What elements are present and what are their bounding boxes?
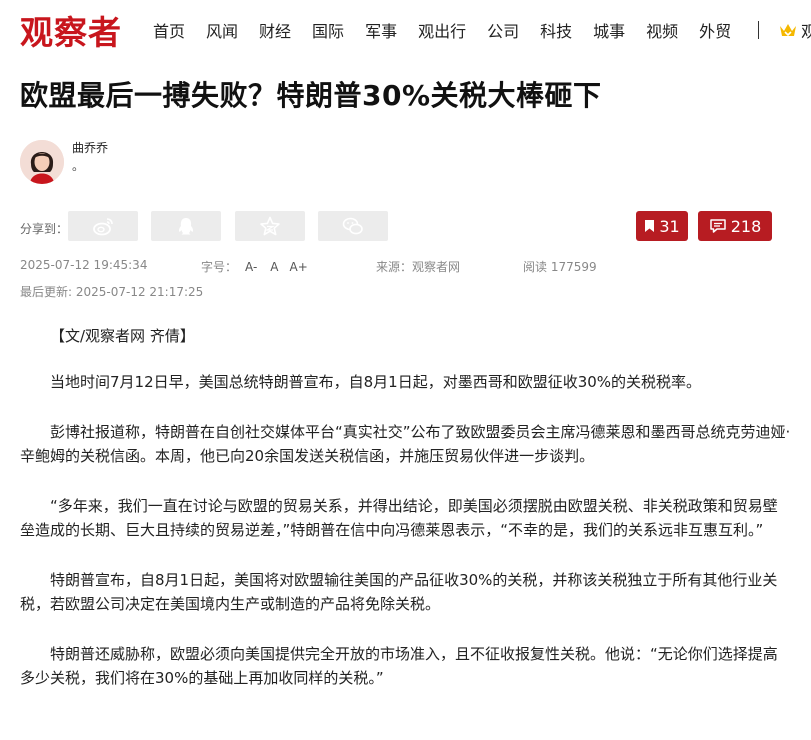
view-count: 阅读 177599 (523, 260, 597, 274)
wechat-icon (342, 217, 363, 235)
font-decrease-button[interactable]: A- (245, 260, 257, 274)
share-weibo-button[interactable] (68, 211, 138, 241)
nav-item-international[interactable]: 国际 (312, 18, 344, 42)
article-paragraph: 特朗普宣布，自8月1日起，美国将对欧盟输往美国的产品征收30%的关税，并称该关税… (20, 571, 778, 613)
nav-divider (758, 21, 760, 39)
nav-item-military[interactable]: 军事 (365, 18, 397, 42)
author-photo (20, 140, 64, 184)
article-source: 来源：观察者网 (376, 260, 461, 274)
bookmark-icon (645, 220, 655, 232)
comment-button[interactable]: 218 (698, 211, 772, 241)
comment-count: 218 (730, 216, 762, 236)
nav-item-city[interactable]: 城事 (593, 18, 625, 42)
nav-item-company[interactable]: 公司 (487, 18, 519, 42)
main-nav: 首页 风闻 财经 国际 军事 观出行 公司 科技 城事 视频 外贸 观 (153, 18, 811, 42)
nav-item-home[interactable]: 首页 (153, 18, 185, 42)
font-size-controls: 字号： A- A A+ (201, 258, 308, 275)
nav-item-trade[interactable]: 外贸 (699, 18, 731, 42)
article-title: 欧盟最后一搏失败？特朗普30%关税大棒砸下 (20, 79, 602, 112)
weibo-icon (93, 218, 113, 236)
author-avatar[interactable] (20, 140, 64, 184)
nav-item-video[interactable]: 视频 (646, 18, 678, 42)
bookmark-button[interactable]: 31 (636, 211, 688, 241)
site-logo[interactable]: 观察者 (20, 6, 122, 54)
author-name[interactable]: 曲乔乔 (72, 139, 108, 156)
share-qzone-button[interactable] (235, 211, 305, 241)
nav-item-finance[interactable]: 财经 (259, 18, 291, 42)
qzone-star-icon (260, 216, 280, 236)
top-navigation-bar: 观察者 首页 风闻 财经 国际 军事 观出行 公司 科技 城事 视频 外贸 观 (0, 0, 811, 58)
article-body: 【文/观察者网 齐倩】 当地时间7月12日早，美国总统特朗普宣布，自8月1日起，… (20, 324, 792, 716)
vip-link[interactable]: 观 (779, 18, 811, 42)
last-updated-time: 最后更新: 2025-07-12 21:17:25 (20, 285, 204, 299)
article-paragraph: “多年来，我们一直在讨论与欧盟的贸易关系，并得出结论，即美国必须摆脱由欧盟关税、… (20, 497, 778, 539)
qq-icon (179, 218, 193, 235)
comment-icon (709, 219, 726, 233)
article-byline: 【文/观察者网 齐倩】 (50, 327, 195, 345)
bookmark-count: 31 (659, 216, 680, 236)
font-normal-button[interactable]: A (270, 260, 278, 274)
vip-label: 观 (801, 22, 811, 41)
nav-item-tech[interactable]: 科技 (540, 18, 572, 42)
article-paragraph: 彭博社报道称，特朗普在自创社交媒体平台“真实社交”公布了致欧盟委员会主席冯德莱恩… (20, 423, 791, 465)
author-description: 。 (72, 159, 85, 173)
article-paragraph: 特朗普还威胁称，欧盟必须向美国提供完全开放的市场准入，且不征收报复性关税。他说：… (20, 645, 778, 687)
share-label: 分享到： (20, 222, 69, 236)
publish-time: 2025-07-12 19:45:34 (20, 258, 148, 272)
font-increase-button[interactable]: A+ (290, 260, 308, 274)
share-wechat-button[interactable] (318, 211, 388, 241)
article-paragraph: 当地时间7月12日早，美国总统特朗普宣布，自8月1日起，对墨西哥和欧盟征收30%… (50, 373, 702, 391)
share-qq-button[interactable] (151, 211, 221, 241)
nav-item-fengwen[interactable]: 风闻 (206, 18, 238, 42)
font-size-label: 字号： (201, 260, 238, 274)
vip-crown-icon (780, 24, 797, 37)
nav-item-travel[interactable]: 观出行 (418, 18, 466, 42)
